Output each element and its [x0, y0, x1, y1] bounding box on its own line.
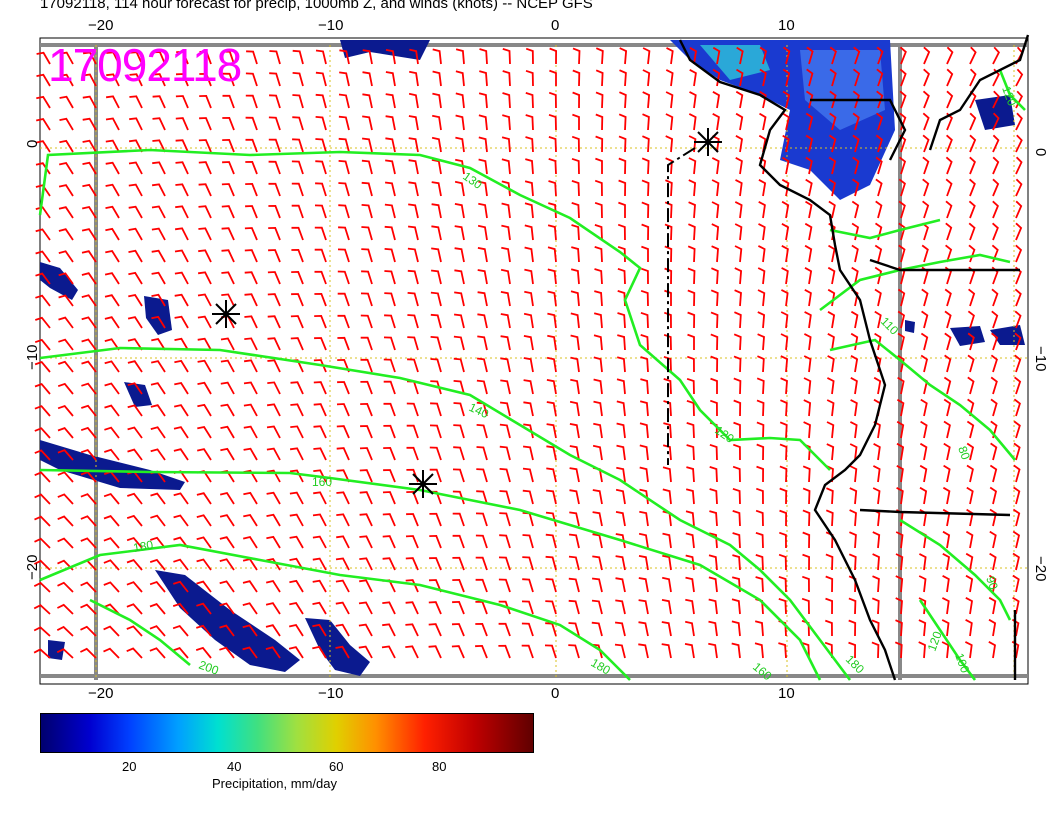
colorbar-tick-label: 20 — [122, 759, 137, 774]
lon-labels-bottom: −20 −10 0 10 — [88, 685, 795, 700]
lon-label: 0 — [551, 17, 559, 34]
forecast-map: 130 140 160 180 180 200 120 160 180 110 … — [24, 17, 1049, 700]
colorbar-tick-label: 40 — [227, 759, 242, 774]
colorbar-tick-label: 80 — [432, 759, 447, 774]
lat-labels-left: 0 −10 −20 — [24, 140, 41, 580]
lon-label: 10 — [778, 17, 795, 34]
lat-label: 0 — [24, 140, 41, 148]
contour-label: 160 — [312, 475, 332, 489]
lon-label: 10 — [778, 685, 795, 700]
lat-labels-right: 0 −10 −20 — [1032, 148, 1049, 581]
lon-label: −10 — [318, 685, 343, 700]
lat-label: −20 — [1032, 556, 1049, 581]
lat-label: −10 — [24, 345, 41, 370]
lat-label: 0 — [1032, 148, 1049, 156]
lat-label: −20 — [24, 555, 41, 580]
lat-label: −10 — [1032, 346, 1049, 371]
colorbar-title: Precipitation, mm/day — [212, 776, 337, 791]
precip-colorbar — [40, 713, 534, 753]
lon-labels-top: −20 −10 0 10 — [88, 17, 795, 34]
colorbar-tick-label: 60 — [329, 759, 344, 774]
lon-label: −10 — [318, 17, 343, 34]
lon-label: −20 — [88, 685, 113, 700]
lon-label: 0 — [551, 685, 559, 700]
lon-label: −20 — [88, 17, 113, 34]
date-stamp: 17092118 — [48, 39, 242, 91]
